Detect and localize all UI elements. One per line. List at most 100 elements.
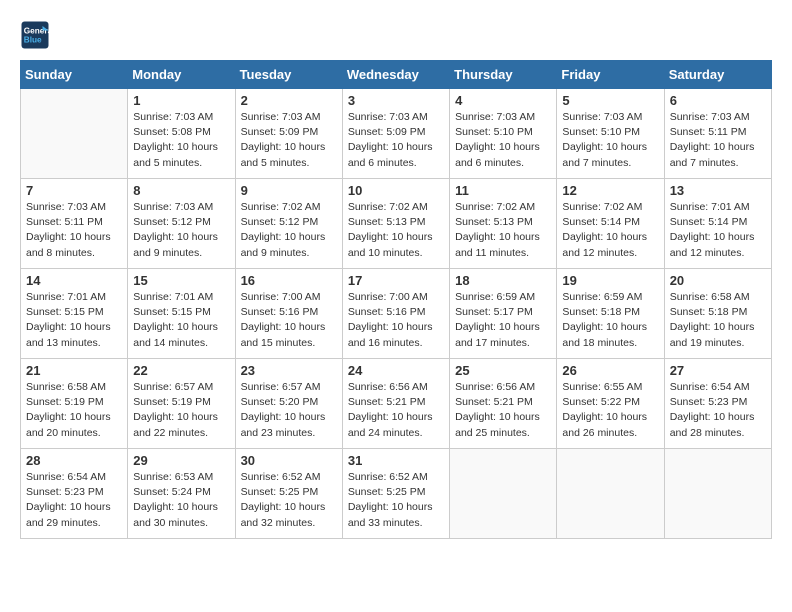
day-number: 4 (455, 93, 551, 108)
week-row-3: 14Sunrise: 7:01 AMSunset: 5:15 PMDayligh… (21, 269, 772, 359)
day-number: 8 (133, 183, 229, 198)
day-number: 28 (26, 453, 122, 468)
day-cell: 11 Sunrise: 7:02 AMSunset: 5:13 PMDayligh… (450, 179, 557, 269)
svg-text:General: General (24, 27, 50, 36)
day-info: Sunrise: 7:03 AMSunset: 5:11 PMDaylight:… (670, 110, 766, 171)
day-info: Sunrise: 7:02 AMSunset: 5:12 PMDaylight:… (241, 200, 337, 261)
day-number: 22 (133, 363, 229, 378)
day-cell (557, 449, 664, 539)
logo: General Blue (20, 20, 52, 50)
day-cell: 24 Sunrise: 6:56 AMSunset: 5:21 PMDayligh… (342, 359, 449, 449)
day-cell: 3 Sunrise: 7:03 AMSunset: 5:09 PMDaylight… (342, 89, 449, 179)
day-number: 20 (670, 273, 766, 288)
day-info: Sunrise: 7:01 AMSunset: 5:14 PMDaylight:… (670, 200, 766, 261)
day-number: 31 (348, 453, 444, 468)
day-cell (21, 89, 128, 179)
day-number: 18 (455, 273, 551, 288)
day-info: Sunrise: 6:52 AMSunset: 5:25 PMDaylight:… (348, 470, 444, 531)
day-number: 1 (133, 93, 229, 108)
day-cell: 5Sunrise: 7:03 AMSunset: 5:10 PMDaylight… (557, 89, 664, 179)
day-number: 30 (241, 453, 337, 468)
day-info: Sunrise: 7:02 AMSunset: 5:13 PMDaylight:… (348, 200, 444, 261)
day-cell (664, 449, 771, 539)
calendar-body: 1Sunrise: 7:03 AMSunset: 5:08 PMDaylight… (21, 89, 772, 539)
header-tuesday: Tuesday (235, 61, 342, 89)
day-info: Sunrise: 7:03 AMSunset: 5:09 PMDaylight:… (348, 110, 444, 171)
day-cell: 26 Sunrise: 6:55 AMSunset: 5:22 PMDayligh… (557, 359, 664, 449)
day-number: 12 (562, 183, 658, 198)
day-number: 23 (241, 363, 337, 378)
week-row-1: 1Sunrise: 7:03 AMSunset: 5:08 PMDaylight… (21, 89, 772, 179)
day-number: 17 (348, 273, 444, 288)
day-info: Sunrise: 7:00 AMSunset: 5:16 PMDaylight:… (348, 290, 444, 351)
day-number: 6 (670, 93, 766, 108)
day-number: 2 (241, 93, 337, 108)
day-cell: 29 Sunrise: 6:53 AMSunset: 5:24 PMDayligh… (128, 449, 235, 539)
week-row-4: 21Sunrise: 6:58 AMSunset: 5:19 PMDayligh… (21, 359, 772, 449)
day-cell: 28 Sunrise: 6:54 AMSunset: 5:23 PMDayligh… (21, 449, 128, 539)
day-cell: 4Sunrise: 7:03 AMSunset: 5:10 PMDaylight… (450, 89, 557, 179)
day-number: 16 (241, 273, 337, 288)
day-number: 26 (562, 363, 658, 378)
day-number: 13 (670, 183, 766, 198)
header-wednesday: Wednesday (342, 61, 449, 89)
day-number: 9 (241, 183, 337, 198)
day-info: Sunrise: 6:57 AMSunset: 5:20 PMDaylight:… (241, 380, 337, 441)
header-row: SundayMondayTuesdayWednesdayThursdayFrid… (21, 61, 772, 89)
day-info: Sunrise: 6:59 AMSunset: 5:17 PMDaylight:… (455, 290, 551, 351)
day-number: 7 (26, 183, 122, 198)
week-row-2: 7 Sunrise: 7:03 AMSunset: 5:11 PMDaylight… (21, 179, 772, 269)
day-info: Sunrise: 6:56 AMSunset: 5:21 PMDaylight:… (455, 380, 551, 441)
day-cell: 9 Sunrise: 7:02 AMSunset: 5:12 PMDaylight… (235, 179, 342, 269)
day-cell: 2Sunrise: 7:03 AMSunset: 5:09 PMDaylight… (235, 89, 342, 179)
day-number: 10 (348, 183, 444, 198)
day-info: Sunrise: 6:54 AMSunset: 5:23 PMDaylight:… (26, 470, 122, 531)
day-cell: 31 Sunrise: 6:52 AMSunset: 5:25 PMDayligh… (342, 449, 449, 539)
day-info: Sunrise: 6:56 AMSunset: 5:21 PMDaylight:… (348, 380, 444, 441)
calendar-table: SundayMondayTuesdayWednesdayThursdayFrid… (20, 60, 772, 539)
day-info: Sunrise: 6:55 AMSunset: 5:22 PMDaylight:… (562, 380, 658, 441)
day-info: Sunrise: 6:58 AMSunset: 5:19 PMDaylight:… (26, 380, 122, 441)
day-cell: 13 Sunrise: 7:01 AMSunset: 5:14 PMDayligh… (664, 179, 771, 269)
day-number: 29 (133, 453, 229, 468)
header-thursday: Thursday (450, 61, 557, 89)
header-friday: Friday (557, 61, 664, 89)
day-number: 25 (455, 363, 551, 378)
day-number: 11 (455, 183, 551, 198)
day-info: Sunrise: 7:01 AMSunset: 5:15 PMDaylight:… (133, 290, 229, 351)
logo-icon: General Blue (20, 20, 50, 50)
day-cell: 14Sunrise: 7:01 AMSunset: 5:15 PMDayligh… (21, 269, 128, 359)
header-monday: Monday (128, 61, 235, 89)
day-cell: 15 Sunrise: 7:01 AMSunset: 5:15 PMDayligh… (128, 269, 235, 359)
header-sunday: Sunday (21, 61, 128, 89)
day-info: Sunrise: 6:52 AMSunset: 5:25 PMDaylight:… (241, 470, 337, 531)
day-cell: 25 Sunrise: 6:56 AMSunset: 5:21 PMDayligh… (450, 359, 557, 449)
day-info: Sunrise: 6:58 AMSunset: 5:18 PMDaylight:… (670, 290, 766, 351)
day-cell: 27Sunrise: 6:54 AMSunset: 5:23 PMDayligh… (664, 359, 771, 449)
day-info: Sunrise: 7:02 AMSunset: 5:13 PMDaylight:… (455, 200, 551, 261)
day-cell: 7 Sunrise: 7:03 AMSunset: 5:11 PMDaylight… (21, 179, 128, 269)
day-cell: 18 Sunrise: 6:59 AMSunset: 5:17 PMDayligh… (450, 269, 557, 359)
day-info: Sunrise: 7:03 AMSunset: 5:12 PMDaylight:… (133, 200, 229, 261)
day-number: 27 (670, 363, 766, 378)
header-saturday: Saturday (664, 61, 771, 89)
day-cell: 30 Sunrise: 6:52 AMSunset: 5:25 PMDayligh… (235, 449, 342, 539)
page-header: General Blue (20, 20, 772, 50)
day-info: Sunrise: 6:53 AMSunset: 5:24 PMDaylight:… (133, 470, 229, 531)
day-info: Sunrise: 6:57 AMSunset: 5:19 PMDaylight:… (133, 380, 229, 441)
day-number: 15 (133, 273, 229, 288)
day-cell: 17 Sunrise: 7:00 AMSunset: 5:16 PMDayligh… (342, 269, 449, 359)
day-info: Sunrise: 6:59 AMSunset: 5:18 PMDaylight:… (562, 290, 658, 351)
day-info: Sunrise: 7:01 AMSunset: 5:15 PMDaylight:… (26, 290, 122, 351)
day-cell: 10 Sunrise: 7:02 AMSunset: 5:13 PMDayligh… (342, 179, 449, 269)
day-info: Sunrise: 7:03 AMSunset: 5:11 PMDaylight:… (26, 200, 122, 261)
calendar-header: SundayMondayTuesdayWednesdayThursdayFrid… (21, 61, 772, 89)
day-info: Sunrise: 7:02 AMSunset: 5:14 PMDaylight:… (562, 200, 658, 261)
day-number: 3 (348, 93, 444, 108)
day-cell: 6 Sunrise: 7:03 AMSunset: 5:11 PMDaylight… (664, 89, 771, 179)
day-number: 24 (348, 363, 444, 378)
day-cell: 20 Sunrise: 6:58 AMSunset: 5:18 PMDayligh… (664, 269, 771, 359)
day-number: 19 (562, 273, 658, 288)
day-info: Sunrise: 7:00 AMSunset: 5:16 PMDaylight:… (241, 290, 337, 351)
day-cell: 1Sunrise: 7:03 AMSunset: 5:08 PMDaylight… (128, 89, 235, 179)
